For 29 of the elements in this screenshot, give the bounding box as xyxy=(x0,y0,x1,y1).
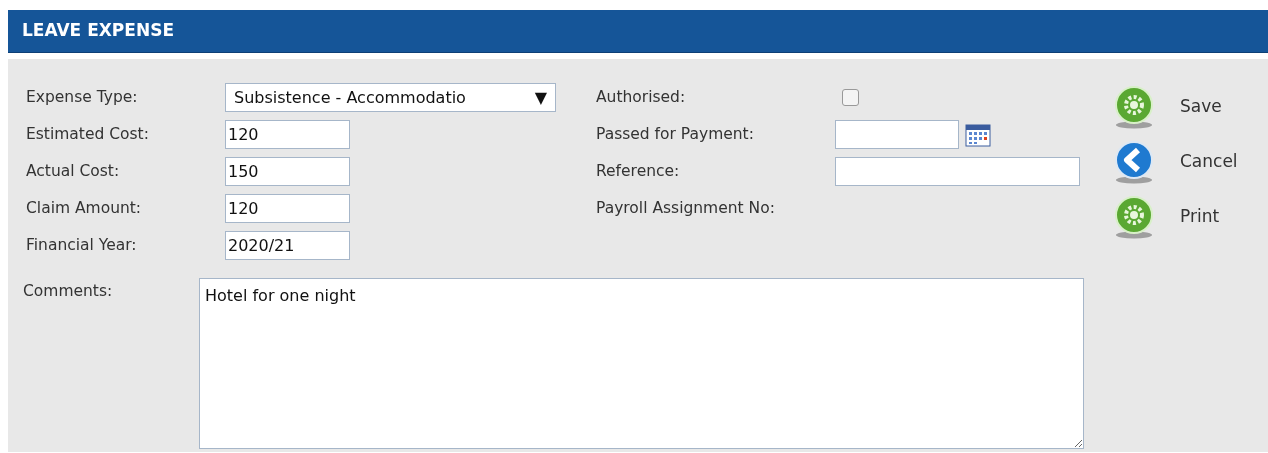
field-label: Reference: xyxy=(596,160,681,182)
back-arrow-icon xyxy=(1112,139,1156,184)
field-label: Authorised: xyxy=(596,86,687,108)
field-label: Payroll Assignment No: xyxy=(596,197,776,219)
expense-type-select[interactable]: Subsistence - Accommodatio ▼ xyxy=(225,83,556,112)
gear-icon xyxy=(1112,84,1156,129)
comments-textarea[interactable]: Hotel for one night xyxy=(199,278,1084,449)
reference-field[interactable] xyxy=(835,157,1080,186)
field-label: Passed for Payment: xyxy=(596,123,755,145)
input-field[interactable]: 150 xyxy=(225,157,350,186)
gear-icon xyxy=(1112,194,1156,239)
cancel-button[interactable]: Cancel xyxy=(1112,134,1238,189)
field-label: Expense Type: xyxy=(26,86,139,108)
page-title: LEAVE EXPENSE xyxy=(8,10,1268,53)
field-label: Comments: xyxy=(23,281,114,302)
input-field[interactable]: 120 xyxy=(225,194,350,223)
input-field[interactable]: 2020/21 xyxy=(225,231,350,260)
calendar-icon[interactable] xyxy=(965,122,991,147)
select-value: Subsistence - Accommodatio xyxy=(234,86,466,109)
caret-icon: ▼ xyxy=(534,85,547,110)
field-label: Estimated Cost: xyxy=(26,123,150,145)
input-field[interactable]: 120 xyxy=(225,120,350,149)
action-button[interactable]: Print xyxy=(1112,189,1220,244)
action-button[interactable]: Save xyxy=(1112,79,1222,134)
field-label: Actual Cost: xyxy=(26,160,121,182)
checkbox[interactable] xyxy=(842,89,859,106)
field-label: Financial Year: xyxy=(26,234,138,256)
field-label: Claim Amount: xyxy=(26,197,143,219)
date-field[interactable] xyxy=(835,120,959,149)
